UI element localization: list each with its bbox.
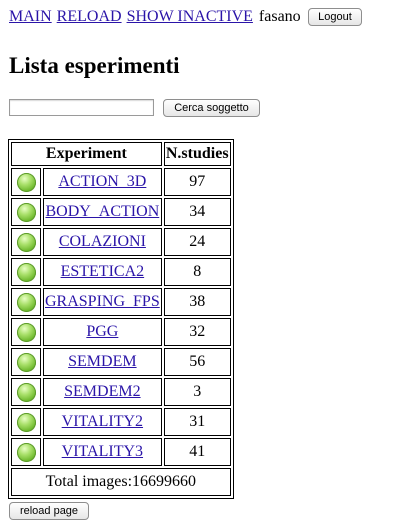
studies-count-cell: 34 — [163, 198, 231, 226]
status-cell — [11, 288, 41, 316]
status-cell — [11, 438, 41, 466]
table-row: COLAZIONI 24 — [11, 228, 231, 256]
top-nav: MAIN RELOAD SHOW INACTIVE fasano — [9, 7, 301, 27]
studies-column-header: N.studies — [163, 142, 231, 166]
experiment-name-cell: BODY_ACTION — [43, 198, 162, 226]
experiment-name-cell: SEMDEM — [43, 348, 162, 376]
experiment-link[interactable]: ACTION_3D — [58, 173, 146, 190]
active-status-icon — [16, 292, 36, 312]
show-inactive-link[interactable]: SHOW INACTIVE — [127, 8, 253, 25]
total-row: Total images:16699660 — [11, 468, 231, 496]
active-status-icon — [16, 412, 36, 432]
page-title: Lista esperimenti — [9, 53, 180, 78]
reload-link[interactable]: RELOAD — [57, 8, 122, 25]
table-row: VITALITY3 41 — [11, 438, 231, 466]
status-cell — [11, 348, 41, 376]
experiment-name-cell: GRASPING_FPS — [43, 288, 162, 316]
studies-count-cell: 41 — [163, 438, 231, 466]
studies-count-cell: 8 — [163, 258, 231, 286]
experiments-table: Experiment N.studies ACTION_3D 97 BODY_ACT… — [8, 139, 234, 499]
experiment-link[interactable]: BODY_ACTION — [45, 203, 159, 220]
experiment-link[interactable]: GRASPING_FPS — [45, 293, 160, 310]
experiment-name-cell: VITALITY3 — [43, 438, 162, 466]
studies-count-cell: 3 — [163, 378, 231, 406]
search-input[interactable] — [9, 99, 154, 116]
experiment-link[interactable]: SEMDEM2 — [64, 383, 140, 400]
studies-count-cell: 38 — [163, 288, 231, 316]
reload-page-button[interactable]: reload page — [9, 502, 89, 520]
experiment-link[interactable]: VITALITY2 — [62, 413, 143, 430]
status-cell — [11, 168, 41, 196]
experiment-name-cell: SEMDEM2 — [43, 378, 162, 406]
username-label: fasano — [258, 8, 301, 25]
active-status-icon — [16, 352, 36, 372]
status-cell — [11, 378, 41, 406]
table-row: BODY_ACTION 34 — [11, 198, 231, 226]
active-status-icon — [16, 262, 36, 282]
experiment-name-cell: ESTETICA2 — [43, 258, 162, 286]
active-status-icon — [16, 442, 36, 462]
status-cell — [11, 228, 41, 256]
table-row: PGG 32 — [11, 318, 231, 346]
search-subject-button[interactable]: Cerca soggetto — [163, 99, 260, 117]
active-status-icon — [16, 232, 36, 252]
experiment-name-cell: ACTION_3D — [43, 168, 162, 196]
status-cell — [11, 318, 41, 346]
experiment-name-cell: COLAZIONI — [43, 228, 162, 256]
studies-count-cell: 31 — [163, 408, 231, 436]
table-row: VITALITY2 31 — [11, 408, 231, 436]
logout-button[interactable]: Logout — [308, 8, 362, 26]
experiment-link[interactable]: ESTETICA2 — [61, 263, 145, 280]
table-row: SEMDEM 56 — [11, 348, 231, 376]
table-row: ESTETICA2 8 — [11, 258, 231, 286]
studies-count-cell: 24 — [163, 228, 231, 256]
main-link[interactable]: MAIN — [9, 8, 52, 25]
table-header-row: Experiment N.studies — [11, 142, 231, 166]
status-cell — [11, 258, 41, 286]
experiment-column-header: Experiment — [11, 142, 162, 166]
experiment-link[interactable]: SEMDEM — [68, 353, 136, 370]
active-status-icon — [16, 322, 36, 342]
experiment-name-cell: PGG — [43, 318, 162, 346]
status-cell — [11, 408, 41, 436]
studies-count-cell: 97 — [163, 168, 231, 196]
active-status-icon — [16, 202, 36, 222]
studies-count-cell: 32 — [163, 318, 231, 346]
experiment-link[interactable]: VITALITY3 — [62, 443, 143, 460]
experiment-link[interactable]: COLAZIONI — [59, 233, 146, 250]
table-row: ACTION_3D 97 — [11, 168, 231, 196]
table-row: SEMDEM2 3 — [11, 378, 231, 406]
status-cell — [11, 198, 41, 226]
table-row: GRASPING_FPS 38 — [11, 288, 231, 316]
experiment-name-cell: VITALITY2 — [43, 408, 162, 436]
active-status-icon — [16, 172, 36, 192]
active-status-icon — [16, 382, 36, 402]
total-images-label: Total images:16699660 — [11, 468, 231, 496]
studies-count-cell: 56 — [163, 348, 231, 376]
table-body: ACTION_3D 97 BODY_ACTION 34 COLAZIONI 24 ESTET… — [11, 168, 231, 466]
experiment-link[interactable]: PGG — [86, 323, 118, 340]
